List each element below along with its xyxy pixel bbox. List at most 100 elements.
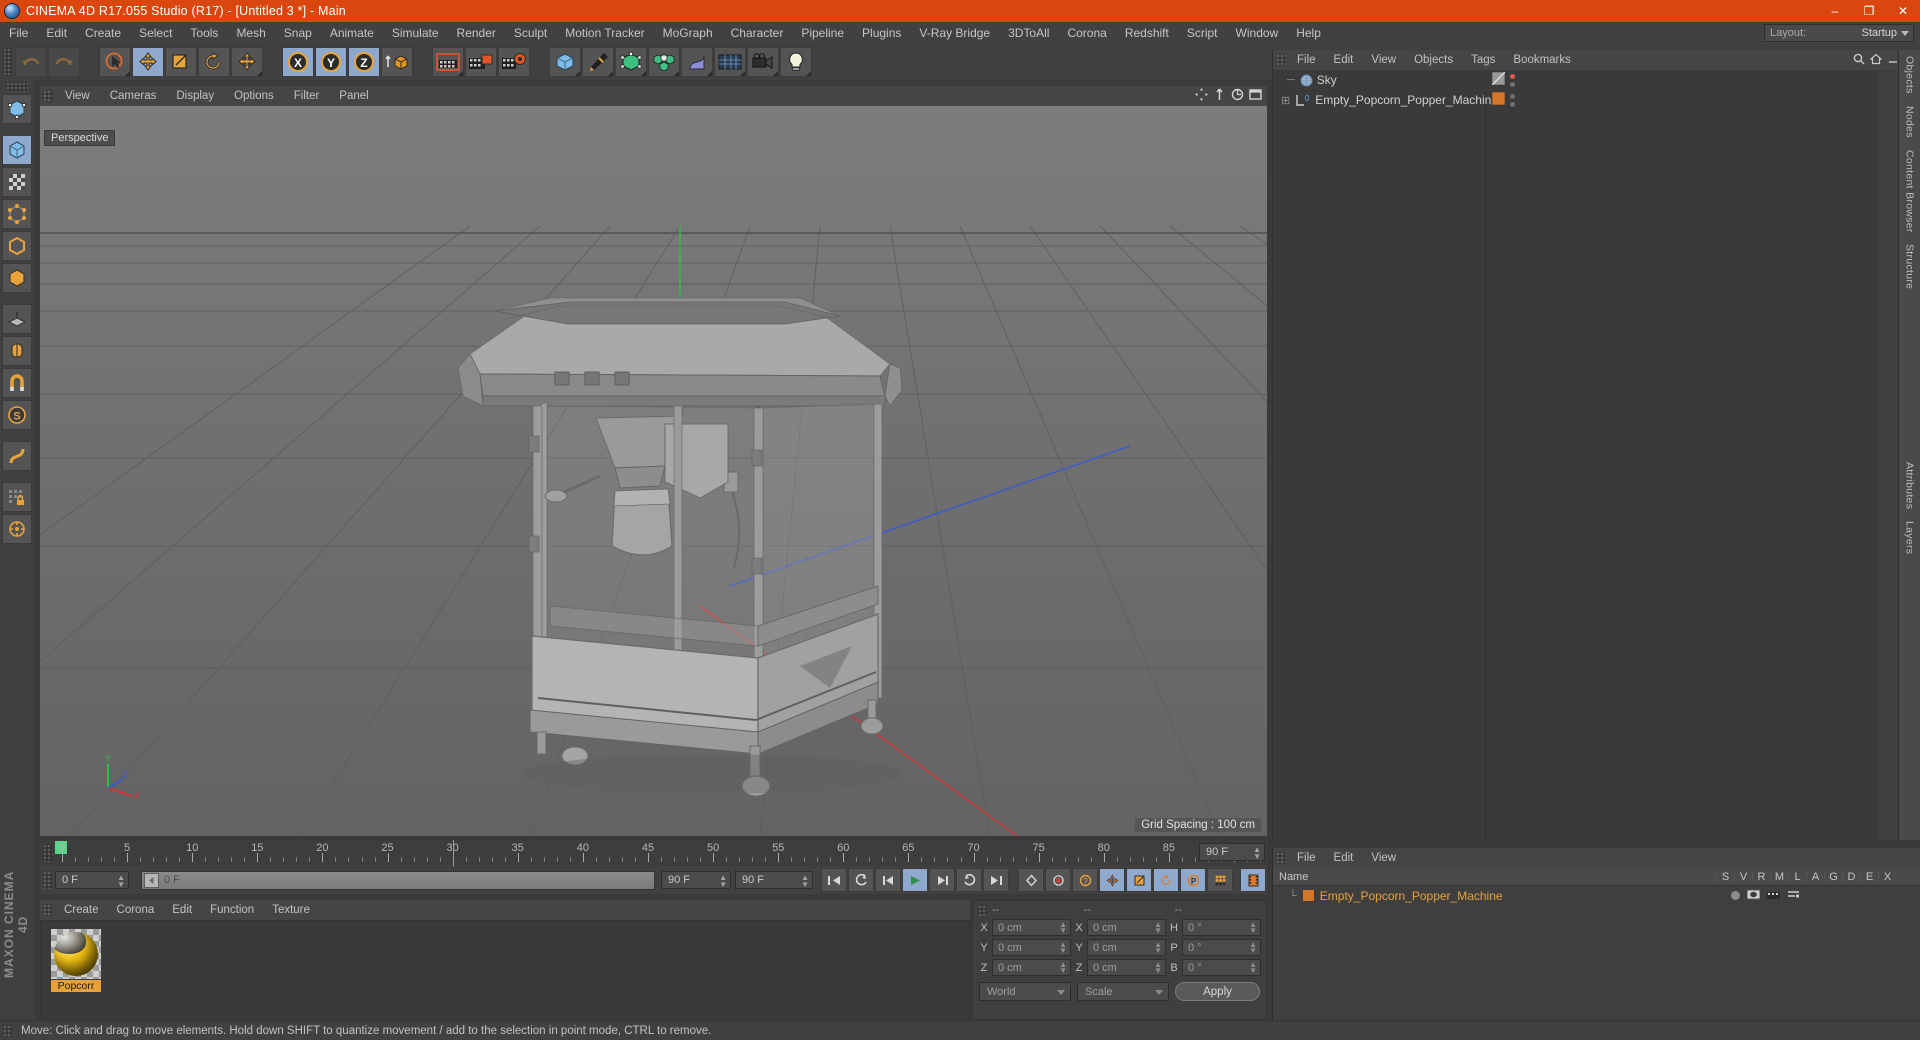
menu-item-redshift[interactable]: Redshift [1116, 22, 1178, 44]
minimize-button[interactable]: – [1818, 0, 1852, 22]
playbar-grip[interactable] [43, 871, 52, 889]
object-manager-list[interactable]: ─ Sky ⊞ 0 Empty_Popcorn_Popper_Machine [1273, 70, 1878, 840]
texture-mode-button[interactable] [2, 167, 32, 197]
spinner-icon[interactable]: ▲ ▼ [1253, 846, 1261, 861]
move-tool[interactable] [132, 47, 164, 77]
coord-mode-select[interactable]: Scale [1077, 982, 1169, 1001]
apply-button[interactable]: Apply [1175, 982, 1260, 1001]
param-key-button[interactable]: P [1180, 868, 1206, 892]
step-forward-frame-button[interactable] [929, 868, 955, 892]
object-row-sky[interactable]: ─ Sky [1273, 70, 1878, 90]
tlmgr-menu-view[interactable]: View [1362, 848, 1405, 868]
lock-z-axis-button[interactable]: Z [348, 47, 380, 77]
menu-item-create[interactable]: Create [76, 22, 130, 44]
add-light-button[interactable] [780, 47, 812, 77]
om-menu-edit[interactable]: Edit [1325, 50, 1363, 70]
object-manager-grip[interactable] [1276, 54, 1285, 66]
field-rot-h[interactable]: 0 ° ▲ ▼ [1182, 919, 1261, 936]
viewport-menu-panel[interactable]: Panel [329, 86, 378, 106]
scale-tool[interactable] [165, 47, 197, 77]
om-menu-bookmarks[interactable]: Bookmarks [1504, 50, 1580, 70]
rotation-key-button[interactable] [1153, 868, 1179, 892]
material-item-popcorn[interactable]: Popcorr [51, 929, 101, 992]
spinner-icon[interactable]: ▲ ▼ [1154, 921, 1162, 935]
rotate-tool[interactable] [198, 47, 230, 77]
spinner-icon[interactable]: ▲ ▼ [1059, 961, 1067, 975]
maximize-button[interactable]: ❐ [1852, 0, 1886, 22]
timeline-manager-grip[interactable] [1276, 852, 1285, 864]
field-rot-p[interactable]: 0 ° ▲ ▼ [1182, 939, 1261, 956]
rail-tab-nodes[interactable]: Nodes [1904, 100, 1916, 144]
position-key-button[interactable] [1099, 868, 1125, 892]
menu-item-edit[interactable]: Edit [37, 22, 76, 44]
viewport-menu-display[interactable]: Display [166, 86, 224, 106]
undo-button[interactable] [15, 47, 47, 77]
viewport-menu-filter[interactable]: Filter [284, 86, 330, 106]
render-to-picture-viewer-button[interactable] [465, 47, 497, 77]
add-array-button[interactable] [648, 47, 680, 77]
render-view-button[interactable] [432, 47, 464, 77]
toolbar-grip[interactable] [3, 48, 12, 76]
current-frame-field[interactable]: 0 F ▲ ▼ [55, 871, 129, 889]
timeline-scrubber[interactable]: 0 F [141, 870, 655, 890]
lock-selection-button[interactable] [2, 482, 32, 512]
spinner-icon[interactable]: ▲ ▼ [801, 874, 809, 889]
lock-x-axis-button[interactable]: X [282, 47, 314, 77]
polygon-mode-button[interactable] [2, 263, 32, 293]
point-level-animation-button[interactable] [1207, 868, 1233, 892]
workplane-button[interactable] [2, 304, 32, 334]
timeline-end-frame-field[interactable]: 90 F ▲ ▼ [1199, 843, 1265, 861]
om-menu-tags[interactable]: Tags [1462, 50, 1504, 70]
menu-item-motion-tracker[interactable]: Motion Tracker [556, 22, 653, 44]
deformer-toggle-button[interactable] [2, 441, 32, 471]
live-selection-tool[interactable] [99, 47, 131, 77]
menu-item-vray-bridge[interactable]: V-Ray Bridge [910, 22, 999, 44]
menu-item-character[interactable]: Character [722, 22, 793, 44]
visibility-eye-icon[interactable] [1746, 889, 1761, 903]
tlmgr-menu-edit[interactable]: Edit [1325, 848, 1363, 868]
timeline-button[interactable] [1240, 868, 1266, 892]
rail-tab-content-browser[interactable]: Content Browser [1904, 144, 1916, 239]
go-to-start-button[interactable] [821, 868, 847, 892]
spinner-icon[interactable]: ▲ ▼ [1249, 961, 1257, 975]
menu-item-animate[interactable]: Animate [321, 22, 383, 44]
timeline-playhead[interactable] [452, 840, 454, 866]
spinner-icon[interactable]: ▲ ▼ [1249, 941, 1257, 955]
step-forward-keyframe-button[interactable] [956, 868, 982, 892]
universal-tool[interactable] [231, 47, 263, 77]
model-mode-button[interactable] [2, 135, 32, 165]
close-button[interactable]: ✕ [1886, 0, 1920, 22]
viewport-grip[interactable] [43, 90, 52, 102]
zoom-viewport-icon[interactable] [1213, 88, 1226, 104]
quantize-button[interactable] [2, 514, 32, 544]
menu-item-pipeline[interactable]: Pipeline [792, 22, 853, 44]
tree-expand-icon[interactable]: ⊞ [1281, 94, 1290, 107]
spinner-icon[interactable]: ▲ ▼ [719, 874, 727, 889]
timeline-range-end-field[interactable]: 90 F ▲ ▼ [661, 871, 731, 889]
world-object-coord-button[interactable] [381, 47, 413, 77]
render-clapper-icon[interactable] [1767, 889, 1780, 903]
menu-item-simulate[interactable]: Simulate [383, 22, 448, 44]
menu-item-corona[interactable]: Corona [1058, 22, 1115, 44]
spinner-icon[interactable]: ▲ ▼ [117, 874, 125, 889]
menu-item-3dtoall[interactable]: 3DToAll [999, 22, 1058, 44]
visibility-dots-popcorn-machine[interactable] [1510, 93, 1515, 107]
om-menu-file[interactable]: File [1288, 50, 1325, 70]
om-home-icon[interactable] [1869, 53, 1883, 68]
field-pos-z[interactable]: 0 cm ▲ ▼ [992, 959, 1071, 976]
scale-key-button[interactable] [1126, 868, 1152, 892]
viewport-canvas[interactable]: Perspective Y X Z Grid Spacing: 100 cm [40, 106, 1267, 836]
add-environment-button[interactable] [714, 47, 746, 77]
viewport-menu-cameras[interactable]: Cameras [100, 86, 167, 106]
maximize-viewport-icon[interactable] [1249, 88, 1262, 104]
autokeying-button[interactable] [1045, 868, 1071, 892]
go-to-end-button[interactable] [983, 868, 1009, 892]
spinner-icon[interactable]: ▲ ▼ [1059, 921, 1067, 935]
material-manager-body[interactable]: Popcorr [40, 920, 970, 1020]
visibility-dots-sky[interactable] [1510, 73, 1515, 87]
material-tag-icon[interactable] [1491, 91, 1506, 108]
coordinate-manager-grip[interactable] [978, 904, 987, 916]
solo-dot-icon[interactable] [1731, 891, 1740, 900]
viewport-menu-options[interactable]: Options [224, 86, 284, 106]
menu-item-mograph[interactable]: MoGraph [654, 22, 722, 44]
